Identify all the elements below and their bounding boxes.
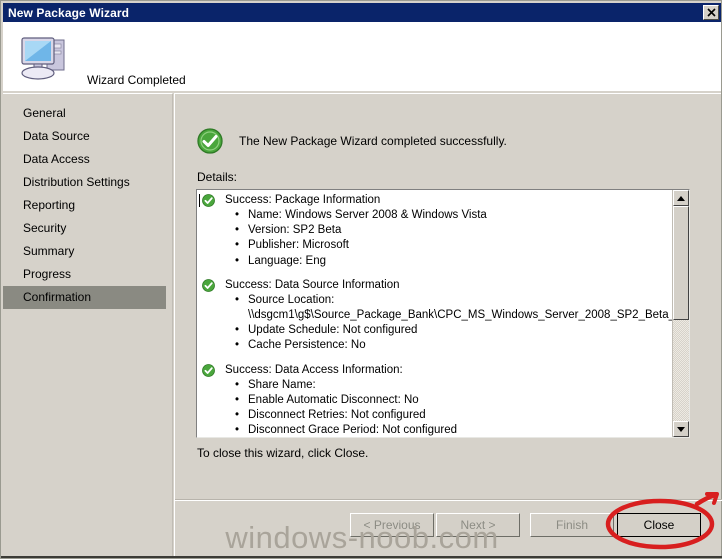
list-item: Disconnect Retries: Not configured bbox=[235, 408, 673, 423]
success-message: The New Package Wizard completed success… bbox=[239, 134, 507, 148]
wizard-content: The New Package Wizard completed success… bbox=[174, 93, 722, 558]
sidebar-nav-list: General Data Source Data Access Distribu… bbox=[3, 102, 172, 309]
scrollbar-thumb[interactable] bbox=[673, 206, 689, 320]
details-group-title: Success: Data Access Information: bbox=[225, 363, 403, 376]
title-bar: New Package Wizard bbox=[3, 3, 721, 22]
details-bullet-list: Source Location: \\dsgcm1\g$\Source_Pack… bbox=[200, 293, 673, 354]
close-window-button[interactable] bbox=[703, 5, 719, 20]
close-icon bbox=[706, 8, 716, 17]
sidebar-item-reporting[interactable]: Reporting bbox=[3, 194, 172, 217]
success-check-icon bbox=[197, 128, 223, 154]
sidebar-item-general[interactable]: General bbox=[3, 102, 172, 125]
details-scrollbar[interactable] bbox=[672, 190, 689, 437]
list-item: Language: Eng bbox=[235, 254, 673, 269]
success-summary: The New Package Wizard completed success… bbox=[197, 128, 507, 154]
scrollbar-track[interactable] bbox=[673, 206, 689, 421]
scroll-up-button[interactable] bbox=[673, 190, 689, 206]
details-group-header: Success: Data Access Information: bbox=[200, 363, 673, 378]
chevron-down-icon bbox=[677, 426, 685, 432]
list-item: Source Location: \\dsgcm1\g$\Source_Pack… bbox=[235, 293, 673, 323]
computer-icon bbox=[21, 37, 65, 80]
sidebar-item-summary[interactable]: Summary bbox=[3, 240, 172, 263]
details-group-data-access-information: Success: Data Access Information: Share … bbox=[200, 363, 673, 437]
close-button[interactable]: Close bbox=[617, 513, 701, 537]
scroll-down-button[interactable] bbox=[673, 421, 689, 437]
success-check-icon bbox=[202, 363, 215, 377]
finish-button[interactable]: Finish bbox=[530, 513, 614, 537]
window-bottom-edge bbox=[1, 556, 722, 558]
list-item: Update Schedule: Not configured bbox=[235, 323, 673, 338]
list-item: Share Name: bbox=[235, 378, 673, 393]
list-item: Cache Persistence: No bbox=[235, 338, 673, 353]
details-label: Details: bbox=[197, 170, 238, 184]
header-title: Wizard Completed bbox=[87, 73, 186, 87]
details-text-area[interactable]: Success: Package Information Name: Windo… bbox=[197, 190, 673, 437]
details-group-header: Success: Package Information bbox=[200, 193, 673, 208]
wizard-sidebar: General Data Source Data Access Distribu… bbox=[3, 93, 173, 558]
previous-button[interactable]: < Previous bbox=[350, 513, 434, 537]
next-button[interactable]: Next > bbox=[436, 513, 520, 537]
list-item: Publisher: Microsoft bbox=[235, 238, 673, 253]
list-item: Enable Automatic Disconnect: No bbox=[235, 393, 673, 408]
list-item: Name: Windows Server 2008 & Windows Vist… bbox=[235, 208, 673, 223]
list-item: Disconnect Grace Period: Not configured bbox=[235, 423, 673, 437]
details-group-data-source-information: Success: Data Source Information Source … bbox=[200, 278, 673, 354]
sidebar-item-security[interactable]: Security bbox=[3, 217, 172, 240]
wizard-header: Wizard Completed bbox=[3, 22, 721, 91]
success-check-icon bbox=[202, 194, 215, 207]
wizard-window: New Package Wizard Wizard Completed Gene… bbox=[0, 0, 722, 559]
close-hint: To close this wizard, click Close. bbox=[197, 446, 369, 460]
chevron-up-icon bbox=[677, 195, 685, 201]
details-group-title: Success: Data Source Information bbox=[225, 278, 400, 291]
window-title: New Package Wizard bbox=[8, 5, 130, 20]
button-bar-divider bbox=[175, 499, 722, 501]
details-bullet-list: Share Name: Enable Automatic Disconnect:… bbox=[200, 378, 673, 437]
button-bar: < Previous Next > Finish Close bbox=[175, 509, 722, 543]
details-bullet-list: Name: Windows Server 2008 & Windows Vist… bbox=[200, 208, 673, 269]
sidebar-item-progress[interactable]: Progress bbox=[3, 263, 172, 286]
details-group-header: Success: Data Source Information bbox=[200, 278, 673, 293]
list-item: Version: SP2 Beta bbox=[235, 223, 673, 238]
success-check-icon bbox=[202, 278, 215, 292]
details-panel[interactable]: Success: Package Information Name: Windo… bbox=[196, 189, 690, 438]
sidebar-item-data-source[interactable]: Data Source bbox=[3, 125, 172, 148]
sidebar-item-data-access[interactable]: Data Access bbox=[3, 148, 172, 171]
screenshot-root: New Package Wizard Wizard Completed Gene… bbox=[0, 0, 722, 559]
sidebar-item-distribution-settings[interactable]: Distribution Settings bbox=[3, 171, 172, 194]
details-group-title: Success: Package Information bbox=[225, 194, 381, 206]
details-group-package-information: Success: Package Information Name: Windo… bbox=[200, 193, 673, 269]
sidebar-item-confirmation[interactable]: Confirmation bbox=[3, 286, 166, 309]
